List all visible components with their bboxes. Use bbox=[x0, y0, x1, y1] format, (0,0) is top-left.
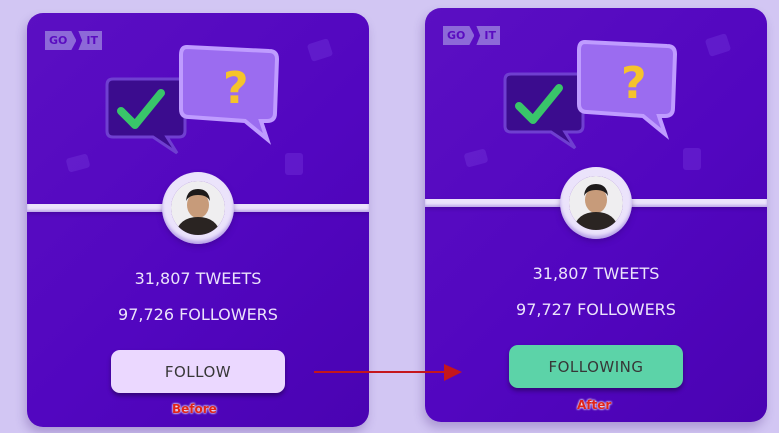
avatar bbox=[162, 172, 234, 244]
right-arrow-icon bbox=[314, 364, 462, 381]
tweets-count: 31,807 TWEETS bbox=[134, 269, 262, 288]
after-caption: After bbox=[577, 398, 612, 412]
checkmark-bubble-icon bbox=[503, 72, 585, 150]
follow-button[interactable]: FOLLOW bbox=[111, 350, 285, 393]
question-bubble-icon: ? bbox=[179, 44, 280, 145]
followers-count: 97,727 FOLLOWERS bbox=[516, 300, 676, 319]
tweets-count: 31,807 TWEETS bbox=[532, 264, 660, 283]
card-after: GO IT ? 31,807 TWEETS 97,727 FOLLOWERS F… bbox=[425, 8, 767, 422]
before-caption: Before bbox=[172, 402, 217, 416]
followers-count: 97,726 FOLLOWERS bbox=[118, 305, 278, 324]
following-button[interactable]: FOLLOWING bbox=[509, 345, 683, 388]
avatar bbox=[560, 167, 632, 239]
avatar-photo bbox=[171, 181, 225, 235]
checkmark-bubble-icon bbox=[105, 77, 187, 155]
question-bubble-icon: ? bbox=[577, 39, 678, 140]
avatar-photo bbox=[569, 176, 623, 230]
svg-text:?: ? bbox=[223, 63, 249, 114]
svg-text:?: ? bbox=[621, 58, 647, 109]
